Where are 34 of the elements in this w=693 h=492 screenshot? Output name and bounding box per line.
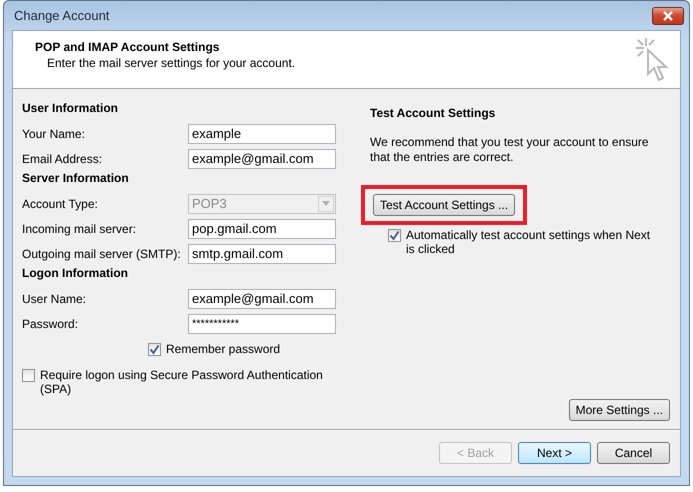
field-label: Your Name: bbox=[22, 126, 85, 140]
more-settings-button[interactable]: More Settings ... bbox=[568, 399, 670, 421]
field-label: Password: bbox=[22, 316, 78, 330]
text-field[interactable]: example bbox=[188, 124, 336, 144]
field-label: Outgoing mail server (SMTP): bbox=[22, 246, 181, 260]
description-text: We recommend that you test your account to ensure that the entries are correct. bbox=[370, 135, 650, 165]
section-heading: Server Information bbox=[22, 171, 130, 186]
field-label: Incoming mail server: bbox=[22, 222, 136, 236]
section-heading: Test Account Settings bbox=[370, 106, 496, 121]
checkbox[interactable] bbox=[22, 369, 35, 382]
checkbox-label: Automatically test account settings when Next is clicked bbox=[406, 228, 652, 256]
close-button[interactable] bbox=[652, 6, 684, 24]
password-field[interactable]: *********** bbox=[188, 314, 336, 334]
dropdown-arrow-icon bbox=[322, 201, 330, 206]
text-field[interactable]: smtp.gmail.com bbox=[188, 244, 336, 264]
checkbox[interactable] bbox=[388, 229, 401, 242]
dialog-button[interactable]: Cancel bbox=[597, 442, 670, 464]
header-title: POP and IMAP Account Settings bbox=[35, 40, 220, 54]
close-icon bbox=[662, 10, 674, 20]
text-field[interactable]: pop.gmail.com bbox=[188, 218, 336, 238]
dialog-button[interactable]: Next > bbox=[518, 442, 591, 464]
checkbox-label: Require logon using Secure Password Authentication (SPA) bbox=[40, 368, 324, 396]
checkbox-label: Remember password bbox=[166, 342, 280, 356]
field-label: User Name: bbox=[22, 292, 86, 306]
field-label: Account Type: bbox=[22, 196, 98, 210]
section-heading: User Information bbox=[22, 101, 120, 116]
field-label: Email Address: bbox=[22, 152, 102, 166]
checkbox[interactable] bbox=[148, 343, 161, 356]
text-field[interactable]: example@gmail.com bbox=[188, 288, 336, 308]
section-heading: Logon Information bbox=[22, 266, 129, 281]
header-subtitle: Enter the mail server settings for your account. bbox=[46, 56, 296, 70]
window-title: Change Account bbox=[14, 8, 110, 23]
test-account-settings-button[interactable]: Test Account Settings ... bbox=[373, 194, 516, 216]
text-field[interactable]: example@gmail.com bbox=[188, 148, 336, 168]
